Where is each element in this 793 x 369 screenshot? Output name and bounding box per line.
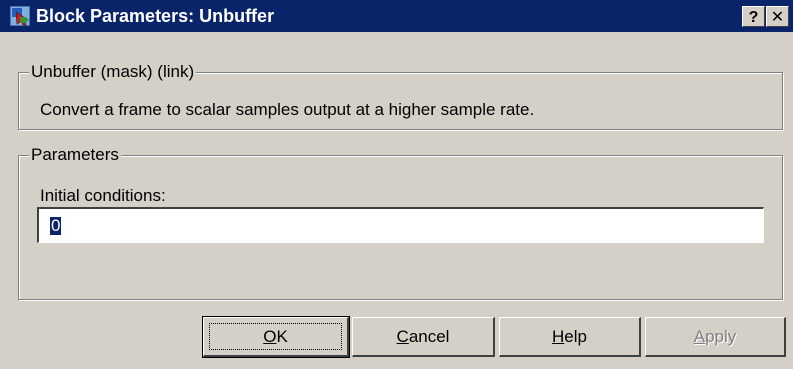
cancel-accelerator: C xyxy=(396,327,409,346)
question-mark-icon: ? xyxy=(748,9,759,26)
ok-button[interactable]: OK xyxy=(202,316,350,358)
cancel-label: ancel xyxy=(408,327,450,346)
apply-label: pply xyxy=(705,327,737,346)
initial-conditions-input[interactable]: 0 xyxy=(37,207,764,243)
parameters-group-legend: Parameters xyxy=(29,145,121,165)
focus-rectangle xyxy=(209,323,342,350)
close-icon: ✕ xyxy=(770,9,785,26)
help-button[interactable]: Help xyxy=(499,317,641,357)
description-group: Unbuffer (mask) (link) Convert a frame t… xyxy=(18,62,783,130)
close-button[interactable]: ✕ xyxy=(766,6,789,27)
help-accelerator: H xyxy=(552,327,565,346)
description-group-legend: Unbuffer (mask) (link) xyxy=(29,62,197,82)
window-title: Block Parameters: Unbuffer xyxy=(36,6,275,26)
block-description: Convert a frame to scalar samples output… xyxy=(40,100,535,119)
apply-accelerator: A xyxy=(693,327,706,346)
initial-conditions-value: 0 xyxy=(50,215,62,235)
help-label: elp xyxy=(564,327,587,346)
context-help-button[interactable]: ? xyxy=(742,6,765,27)
cancel-button[interactable]: Cancel xyxy=(352,317,495,357)
simulink-block-icon xyxy=(9,5,31,27)
initial-conditions-label: Initial conditions: xyxy=(40,186,166,205)
title-bar[interactable]: Block Parameters: Unbuffer ? ✕ xyxy=(0,0,793,32)
apply-button[interactable]: Apply xyxy=(645,317,786,357)
